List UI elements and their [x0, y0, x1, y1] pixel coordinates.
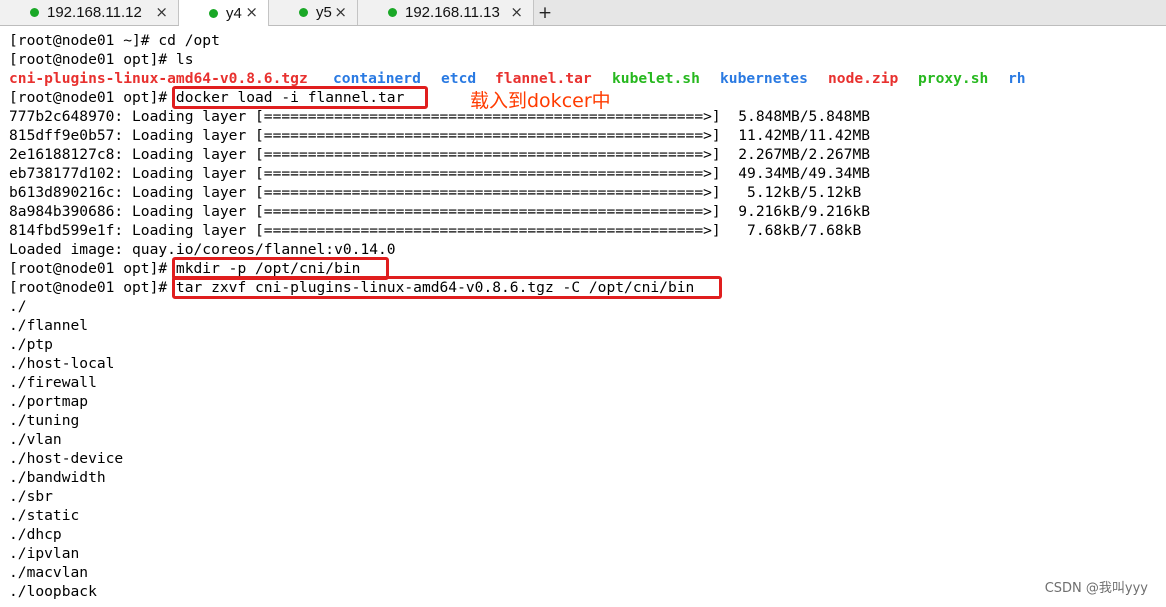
ls-entry: etcd [441, 70, 477, 87]
tab-bar: 192.168.11.12 × y4 × y5 × 192.168.11.13 … [0, 0, 1166, 26]
tab-y4[interactable]: y4 × [179, 0, 269, 26]
tab-label: 192.168.11.13 [405, 4, 500, 21]
terminal-line: ./dhcp [9, 526, 62, 543]
terminal-line: ./macvlan [9, 564, 89, 581]
highlight-box-docker-load [172, 86, 428, 109]
connection-status-icon [299, 8, 308, 17]
connection-status-icon [388, 8, 397, 17]
terminal-line: ./host-device [9, 450, 124, 467]
tab-y5[interactable]: y5 × [269, 0, 358, 25]
terminal-line: ./ [9, 298, 27, 315]
terminal-output[interactable]: [root@node01 ~]# cd /opt [root@node01 op… [0, 26, 1166, 607]
connection-status-icon [30, 8, 39, 17]
ls-entry: rh [1008, 70, 1026, 87]
terminal-line: 2e16188127c8: Loading layer [===========… [9, 146, 871, 163]
terminal-line: [root@node01 opt]# ls [9, 51, 194, 68]
close-tab-icon[interactable]: × [155, 3, 168, 21]
terminal-line: 815dff9e0b57: Loading layer [===========… [9, 127, 871, 144]
close-tab-icon[interactable]: × [245, 3, 258, 21]
terminal-line: ./static [9, 507, 80, 524]
terminal-line: ./bandwidth [9, 469, 106, 486]
tab-label: 192.168.11.12 [47, 4, 142, 21]
watermark: CSDN @我叫yyy [1044, 581, 1148, 596]
add-tab-button[interactable]: + [534, 0, 556, 25]
ls-entry: kubelet.sh [612, 70, 700, 87]
terminal-line: ./vlan [9, 431, 62, 448]
terminal-line: ./ipvlan [9, 545, 80, 562]
terminal-line: 777b2c648970: Loading layer [===========… [9, 108, 871, 125]
terminal-line: ./host-local [9, 355, 115, 372]
connection-status-icon [209, 8, 218, 18]
terminal-line: ./flannel [9, 317, 89, 334]
highlight-box-tar [172, 276, 722, 299]
terminal-line: ./ptp [9, 336, 53, 353]
terminal-line: ./loopback [9, 583, 97, 600]
terminal-line: [root@node01 ~]# cd /opt [9, 32, 220, 49]
terminal-line: ./firewall [9, 374, 97, 391]
ls-entry: kubernetes [720, 70, 808, 87]
terminal-line: ./tuning [9, 412, 80, 429]
tab-192-168-11-13[interactable]: 192.168.11.13 × [358, 0, 534, 25]
ls-output-line: cni-plugins-linux-amd64-v0.8.6.tgz conta… [9, 69, 1049, 88]
close-tab-icon[interactable]: × [510, 3, 523, 21]
tab-192-168-11-12[interactable]: 192.168.11.12 × [0, 0, 179, 25]
terminal-line: 8a984b390686: Loading layer [===========… [9, 203, 871, 220]
terminal-line: 814fbd599e1f: Loading layer [===========… [9, 222, 862, 239]
tab-label: y4 [226, 4, 242, 22]
close-tab-icon[interactable]: × [334, 3, 347, 21]
terminal-line: b613d890216c: Loading layer [===========… [9, 184, 862, 201]
ls-entry: node.zip [828, 70, 899, 87]
terminal-line: eb738177d102: Loading layer [===========… [9, 165, 871, 182]
terminal-line: ./sbr [9, 488, 53, 505]
terminal-line: ./portmap [9, 393, 89, 410]
annotation-label: 载入到dokcer中 [470, 90, 611, 112]
tab-label: y5 [316, 4, 332, 21]
ls-entry: flannel.tar [495, 70, 592, 87]
ls-entry: proxy.sh [918, 70, 989, 87]
